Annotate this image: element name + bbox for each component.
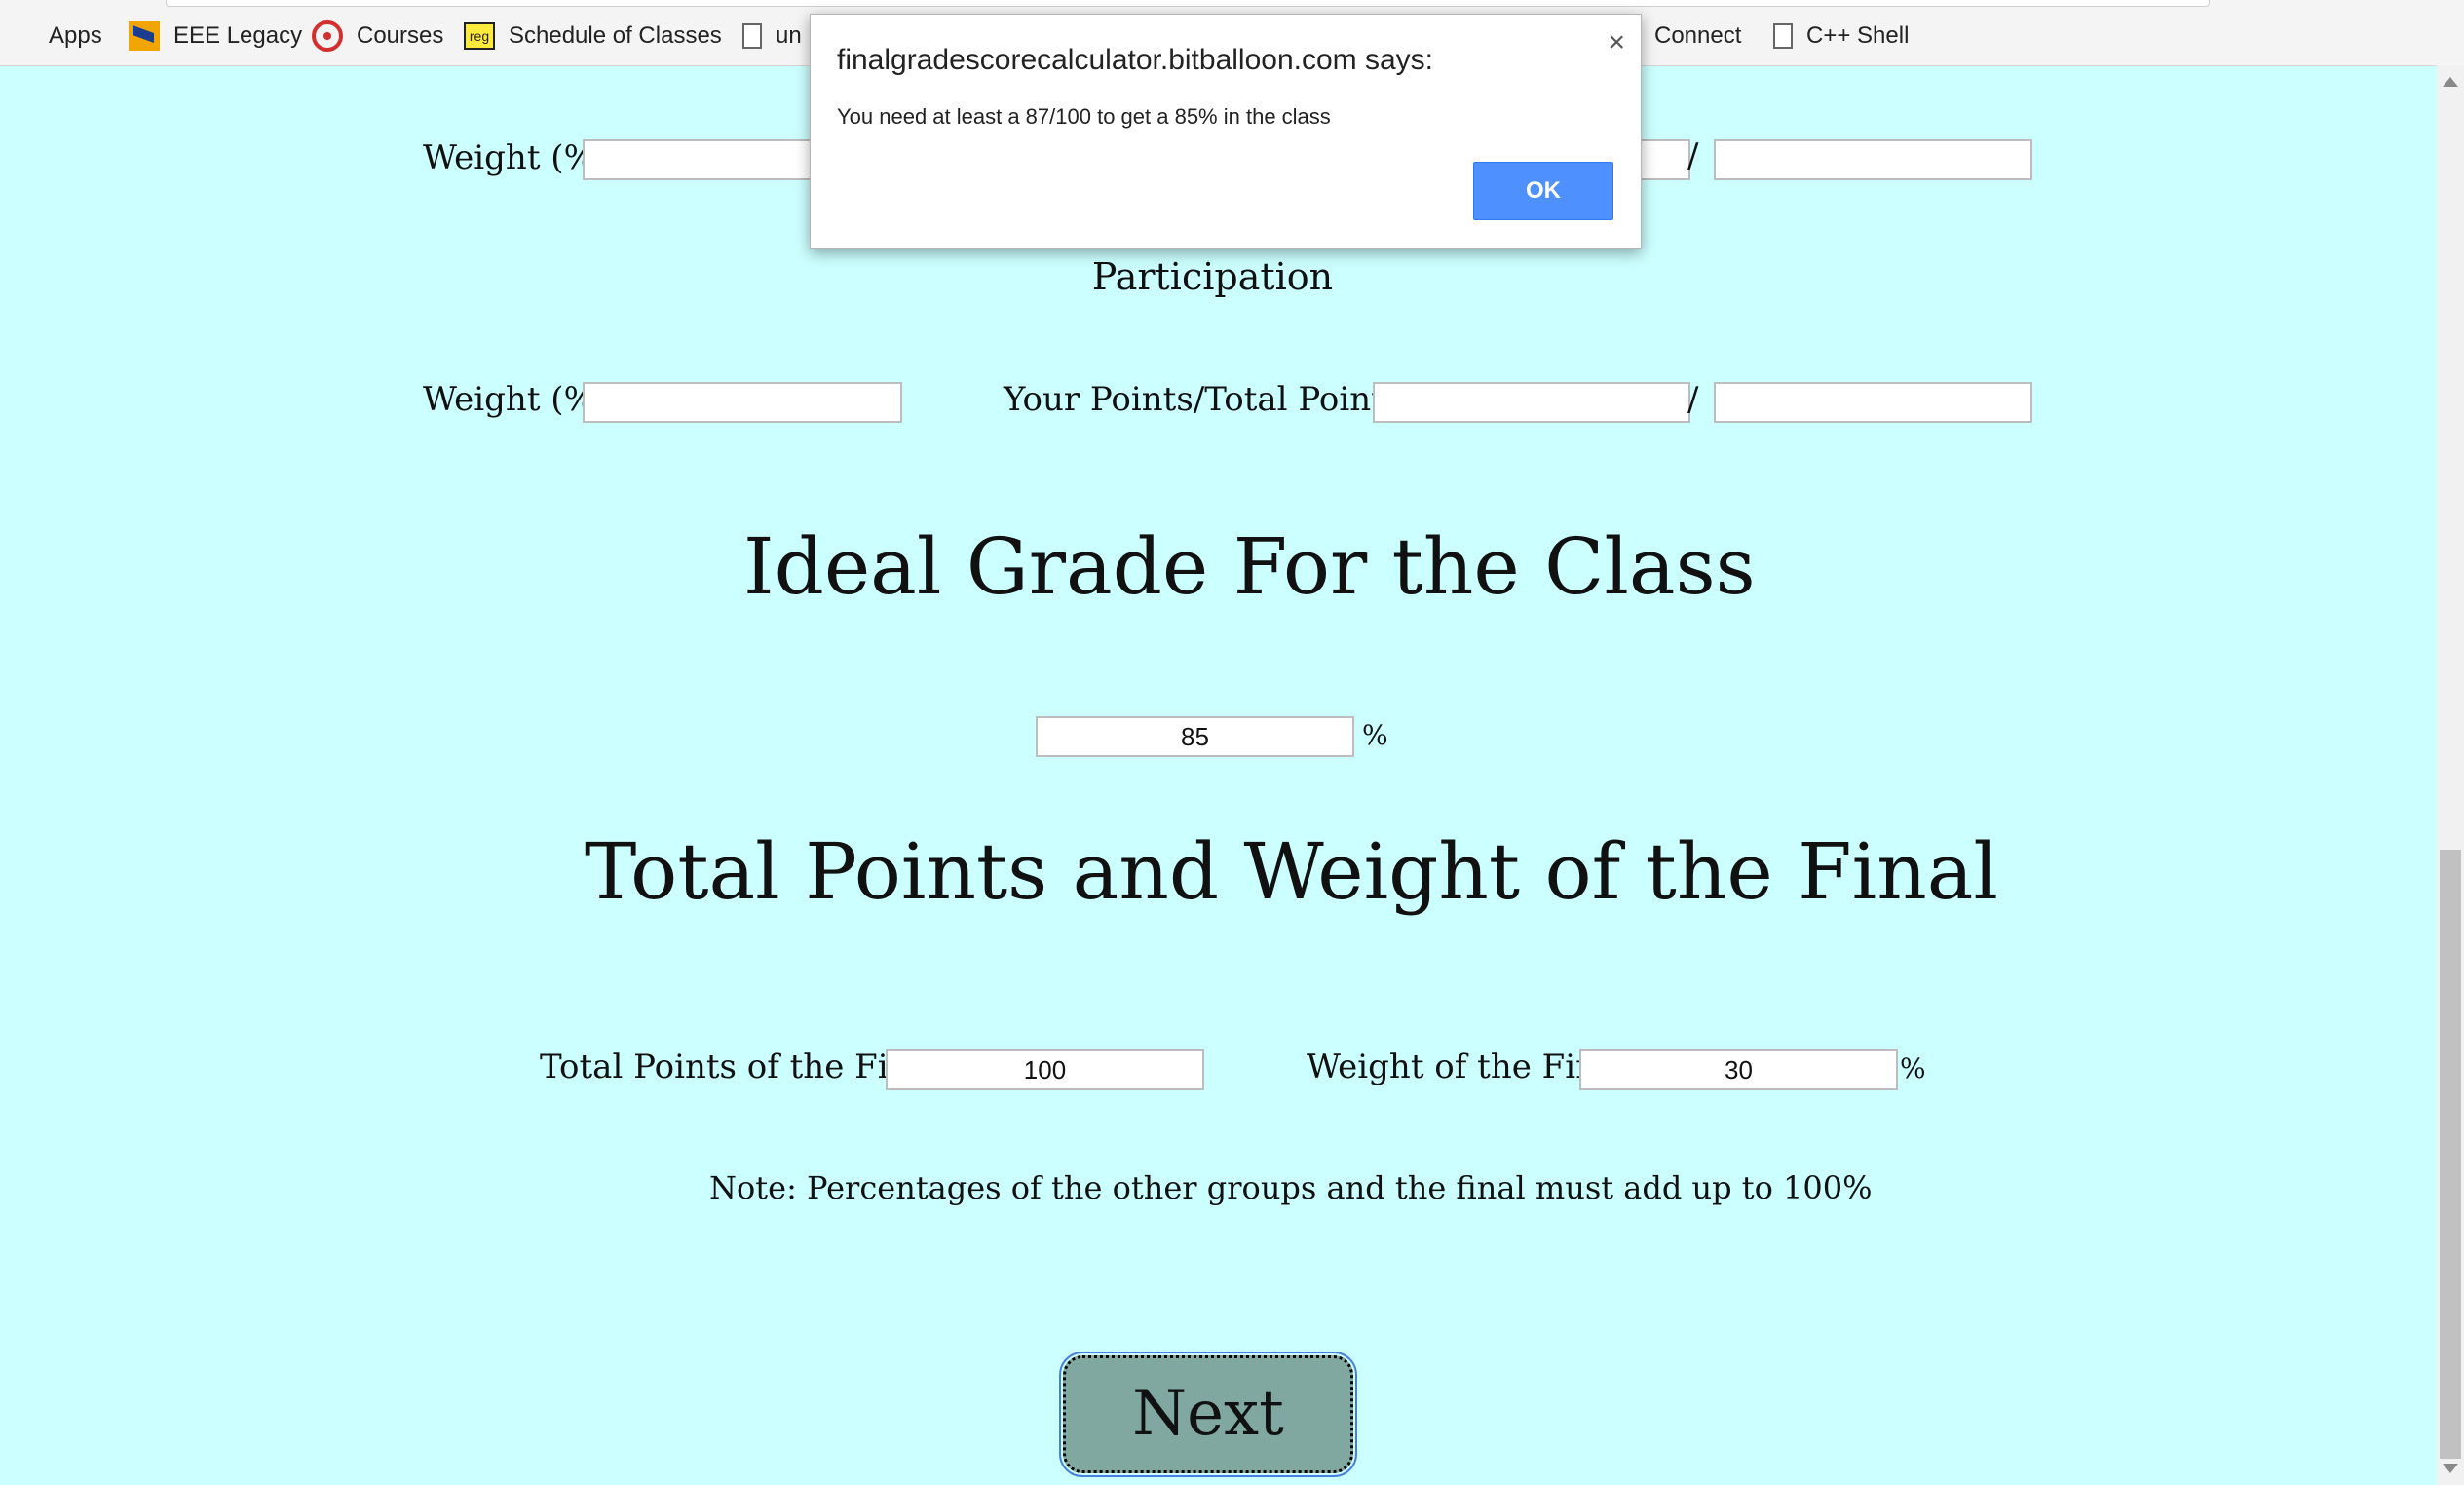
next-button[interactable]: Next [1059,1352,1357,1477]
close-icon[interactable]: × [1608,26,1625,59]
total-points-input[interactable] [1714,139,2032,180]
bookmark-un[interactable]: un [742,19,802,53]
bookmark-courses[interactable]: Courses [312,19,443,53]
scroll-up-arrow-icon[interactable] [2443,77,2458,87]
alert-dialog: × finalgradescorecalculator.bitballoon.c… [810,14,1642,249]
apps-grid-icon [8,22,35,50]
participation-total-points-input[interactable] [1714,382,2032,423]
participation-your-points-input[interactable] [1373,382,1690,423]
ideal-grade-percent-sign: % [1362,719,1388,751]
final-points-input[interactable]: 100 [886,1049,1204,1090]
participation-weight-input[interactable] [583,382,902,423]
document-icon [1773,23,1793,49]
scrollbar-thumb[interactable] [2440,850,2461,1459]
document-icon [742,23,762,49]
address-bar-edge [166,0,2210,7]
bookmark-apps[interactable]: Apps [8,19,102,53]
ideal-grade-input[interactable]: 85 [1036,716,1354,757]
bookmark-eee-legacy[interactable]: EEE Legacy [129,19,302,53]
bookmark-cpp-shell[interactable]: C++ Shell [1773,19,1909,53]
ok-button[interactable]: OK [1473,162,1613,220]
scroll-down-arrow-icon[interactable] [2443,1464,2458,1473]
eee-legacy-icon [129,21,160,51]
bookmark-schedule-of-classes[interactable]: reg Schedule of Classes [464,19,722,53]
bookmark-label: Schedule of Classes [509,22,722,49]
final-heading: Total Points and Weight of the Final [585,826,1999,917]
points-slash: / [1687,136,1699,175]
bookmark-label: un [776,22,802,49]
reg-icon: reg [464,22,495,50]
percentage-note: Note: Percentages of the other groups an… [709,1169,1873,1206]
dialog-message: You need at least a 87/100 to get a 85% … [837,104,1331,129]
bookmark-label: C++ Shell [1806,22,1910,49]
courses-icon [312,20,343,52]
section-title-participation: Participation [1091,255,1334,298]
dialog-title: finalgradescorecalculator.bitballoon.com… [837,44,1433,76]
bookmark-label: Connect [1654,22,1742,49]
final-weight-input[interactable]: 30 [1579,1049,1898,1090]
participation-points-label: Your Points/Total Points: [1004,380,1413,419]
bookmark-label: Courses [357,22,444,49]
bookmark-connect[interactable]: Connect [1637,19,1741,53]
ideal-grade-heading: Ideal Grade For the Class [743,521,1756,612]
bookmark-label: Apps [49,22,102,49]
final-weight-percent-sign: % [1900,1052,1926,1085]
points-slash: / [1687,380,1699,419]
bookmark-label: EEE Legacy [173,22,303,49]
